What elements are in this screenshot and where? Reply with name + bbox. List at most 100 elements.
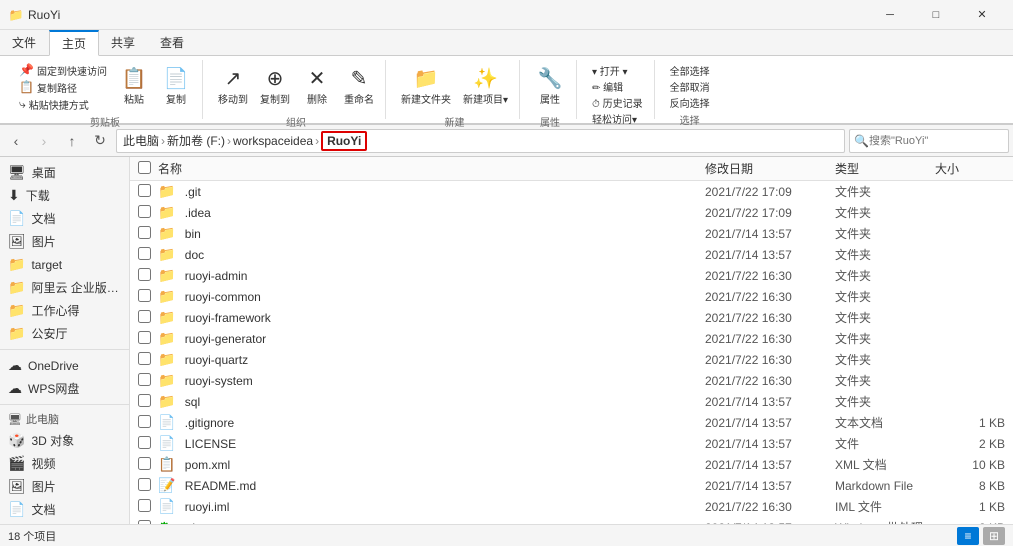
path-workspace[interactable]: workspaceidea (233, 134, 313, 148)
file-checkbox[interactable] (138, 457, 151, 470)
path-computer[interactable]: 此电脑 (123, 132, 159, 149)
sidebar-item-onedrive[interactable]: ☁ OneDrive (0, 354, 129, 377)
file-checkbox[interactable] (138, 289, 151, 302)
sidebar-item-pictures-1[interactable]: 🖼 图片 (0, 230, 129, 253)
file-checkbox[interactable] (138, 205, 151, 218)
file-checkbox[interactable] (138, 352, 151, 365)
copy-to-button[interactable]: ⊕ 复制到 (255, 62, 295, 112)
rename-button[interactable]: ✎ 重命名 (339, 62, 379, 112)
pin-quick-access-button[interactable]: 📌 固定到快速访问 (14, 62, 112, 78)
file-row[interactable]: 📁 .idea 2021/7/22 17:09 文件夹 (130, 202, 1013, 223)
file-row[interactable]: ⚙ ry.bat 2021/7/14 13:57 Windows 批处理... … (130, 517, 1013, 524)
close-button[interactable]: ✕ (959, 0, 1005, 30)
tab-home[interactable]: 主页 (49, 30, 99, 56)
file-row[interactable]: 📁 sql 2021/7/14 13:57 文件夹 (130, 391, 1013, 412)
copy-path-button[interactable]: 📋 复制路径 (14, 79, 82, 95)
file-check[interactable] (138, 226, 158, 242)
file-checkbox[interactable] (138, 268, 151, 281)
refresh-button[interactable]: ↻ (88, 129, 112, 153)
sidebar-item-police[interactable]: 📁 公安厅 (0, 322, 129, 345)
file-row[interactable]: 📄 .gitignore 2021/7/14 13:57 文本文档 1 KB (130, 412, 1013, 433)
file-row[interactable]: 📁 ruoyi-generator 2021/7/22 16:30 文件夹 (130, 328, 1013, 349)
sidebar-item-video[interactable]: 🎬 视频 (0, 452, 129, 475)
file-check[interactable] (138, 289, 158, 305)
header-size[interactable]: 大小 (935, 160, 1005, 177)
copy-button[interactable]: 📄 复制 (156, 62, 196, 112)
file-check[interactable] (138, 205, 158, 221)
address-path[interactable]: 此电脑 › 新加卷 (F:) › workspaceidea › RuoYi (116, 129, 845, 153)
sidebar-item-aliyun[interactable]: 📁 阿里云 企业版 v... (0, 276, 129, 299)
delete-button[interactable]: ✕ 删除 (297, 62, 337, 112)
file-checkbox[interactable] (138, 331, 151, 344)
file-check[interactable] (138, 352, 158, 368)
sidebar-item-3d[interactable]: 🎲 3D 对象 (0, 429, 129, 452)
sidebar-item-wps[interactable]: ☁ WPS网盘 (0, 377, 129, 400)
file-check[interactable] (138, 247, 158, 263)
select-all-checkbox[interactable] (138, 161, 151, 174)
file-row[interactable]: 📁 ruoyi-quartz 2021/7/22 16:30 文件夹 (130, 349, 1013, 370)
restore-button[interactable]: □ (913, 0, 959, 30)
file-check[interactable] (138, 394, 158, 410)
sidebar-item-pictures-2[interactable]: 🖼 图片 (0, 475, 129, 498)
file-check[interactable] (138, 436, 158, 452)
search-input[interactable] (869, 135, 1011, 147)
file-checkbox[interactable] (138, 394, 151, 407)
file-checkbox[interactable] (138, 436, 151, 449)
file-checkbox[interactable] (138, 415, 151, 428)
new-item-button[interactable]: ✨ 新建项目▾ (458, 62, 513, 112)
file-checkbox[interactable] (138, 184, 151, 197)
header-name[interactable]: 名称 (158, 160, 705, 177)
file-check[interactable] (138, 520, 158, 525)
deselect-button[interactable]: 全部取消 (665, 78, 715, 94)
new-folder-button[interactable]: 📁 新建文件夹 (396, 62, 456, 112)
minimize-button[interactable]: ─ (867, 0, 913, 30)
select-all-button[interactable]: 全部选择 (665, 62, 715, 78)
file-row[interactable]: 📁 ruoyi-framework 2021/7/22 16:30 文件夹 (130, 307, 1013, 328)
file-row[interactable]: 📁 doc 2021/7/14 13:57 文件夹 (130, 244, 1013, 265)
header-date[interactable]: 修改日期 (705, 160, 835, 177)
file-check[interactable] (138, 310, 158, 326)
sidebar-item-desktop-1[interactable]: 🖥 桌面 (0, 161, 129, 184)
file-check[interactable] (138, 331, 158, 347)
header-check[interactable] (138, 161, 158, 177)
sidebar-item-docs-1[interactable]: 📄 文档 (0, 207, 129, 230)
paste-button[interactable]: 📋 粘贴 (114, 62, 154, 112)
header-type[interactable]: 类型 (835, 160, 935, 177)
history-button[interactable]: ⏱ 历史记录 (587, 94, 648, 110)
file-row[interactable]: 📁 ruoyi-common 2021/7/22 16:30 文件夹 (130, 286, 1013, 307)
file-check[interactable] (138, 268, 158, 284)
view-tiles-button[interactable]: ⊞ (983, 527, 1005, 545)
up-button[interactable]: ↑ (60, 129, 84, 153)
sidebar-item-work-notes[interactable]: 📁 工作心得 (0, 299, 129, 322)
sidebar-this-pc[interactable]: 🖥 此电脑 (0, 409, 129, 429)
file-row[interactable]: 📁 bin 2021/7/14 13:57 文件夹 (130, 223, 1013, 244)
file-check[interactable] (138, 499, 158, 515)
tab-share[interactable]: 共享 (99, 30, 148, 55)
file-row[interactable]: 📄 ruoyi.iml 2021/7/22 16:30 IML 文件 1 KB (130, 496, 1013, 517)
file-checkbox[interactable] (138, 478, 151, 491)
path-ruoyi[interactable]: RuoYi (321, 131, 367, 151)
file-check[interactable] (138, 184, 158, 200)
file-row[interactable]: 📁 .git 2021/7/22 17:09 文件夹 (130, 181, 1013, 202)
back-button[interactable]: ‹ (4, 129, 28, 153)
search-box[interactable]: 🔍 (849, 129, 1009, 153)
sidebar-item-download-1[interactable]: ⬇ 下载 (0, 184, 129, 207)
open-button[interactable]: ▾ 打开 ▾ (587, 62, 648, 78)
file-checkbox[interactable] (138, 499, 151, 512)
easy-access-button[interactable]: 轻松访问▾ (587, 110, 648, 126)
file-row[interactable]: 📝 README.md 2021/7/14 13:57 Markdown Fil… (130, 475, 1013, 496)
file-check[interactable] (138, 457, 158, 473)
sidebar-item-download-2[interactable]: ⬇ 下载 (0, 521, 129, 524)
path-drive[interactable]: 新加卷 (F:) (167, 132, 225, 149)
properties-button[interactable]: 🔧 属性 (530, 62, 570, 112)
file-check[interactable] (138, 415, 158, 431)
sidebar-item-target[interactable]: 📁 target (0, 253, 129, 276)
sidebar-item-docs-2[interactable]: 📄 文档 (0, 498, 129, 521)
file-checkbox[interactable] (138, 520, 151, 525)
file-check[interactable] (138, 478, 158, 494)
move-to-button[interactable]: ↗ 移动到 (213, 62, 253, 112)
file-row[interactable]: 📁 ruoyi-admin 2021/7/22 16:30 文件夹 (130, 265, 1013, 286)
file-row[interactable]: 📋 pom.xml 2021/7/14 13:57 XML 文档 10 KB (130, 454, 1013, 475)
edit-button[interactable]: ✏ 编辑 (587, 78, 648, 94)
file-checkbox[interactable] (138, 226, 151, 239)
